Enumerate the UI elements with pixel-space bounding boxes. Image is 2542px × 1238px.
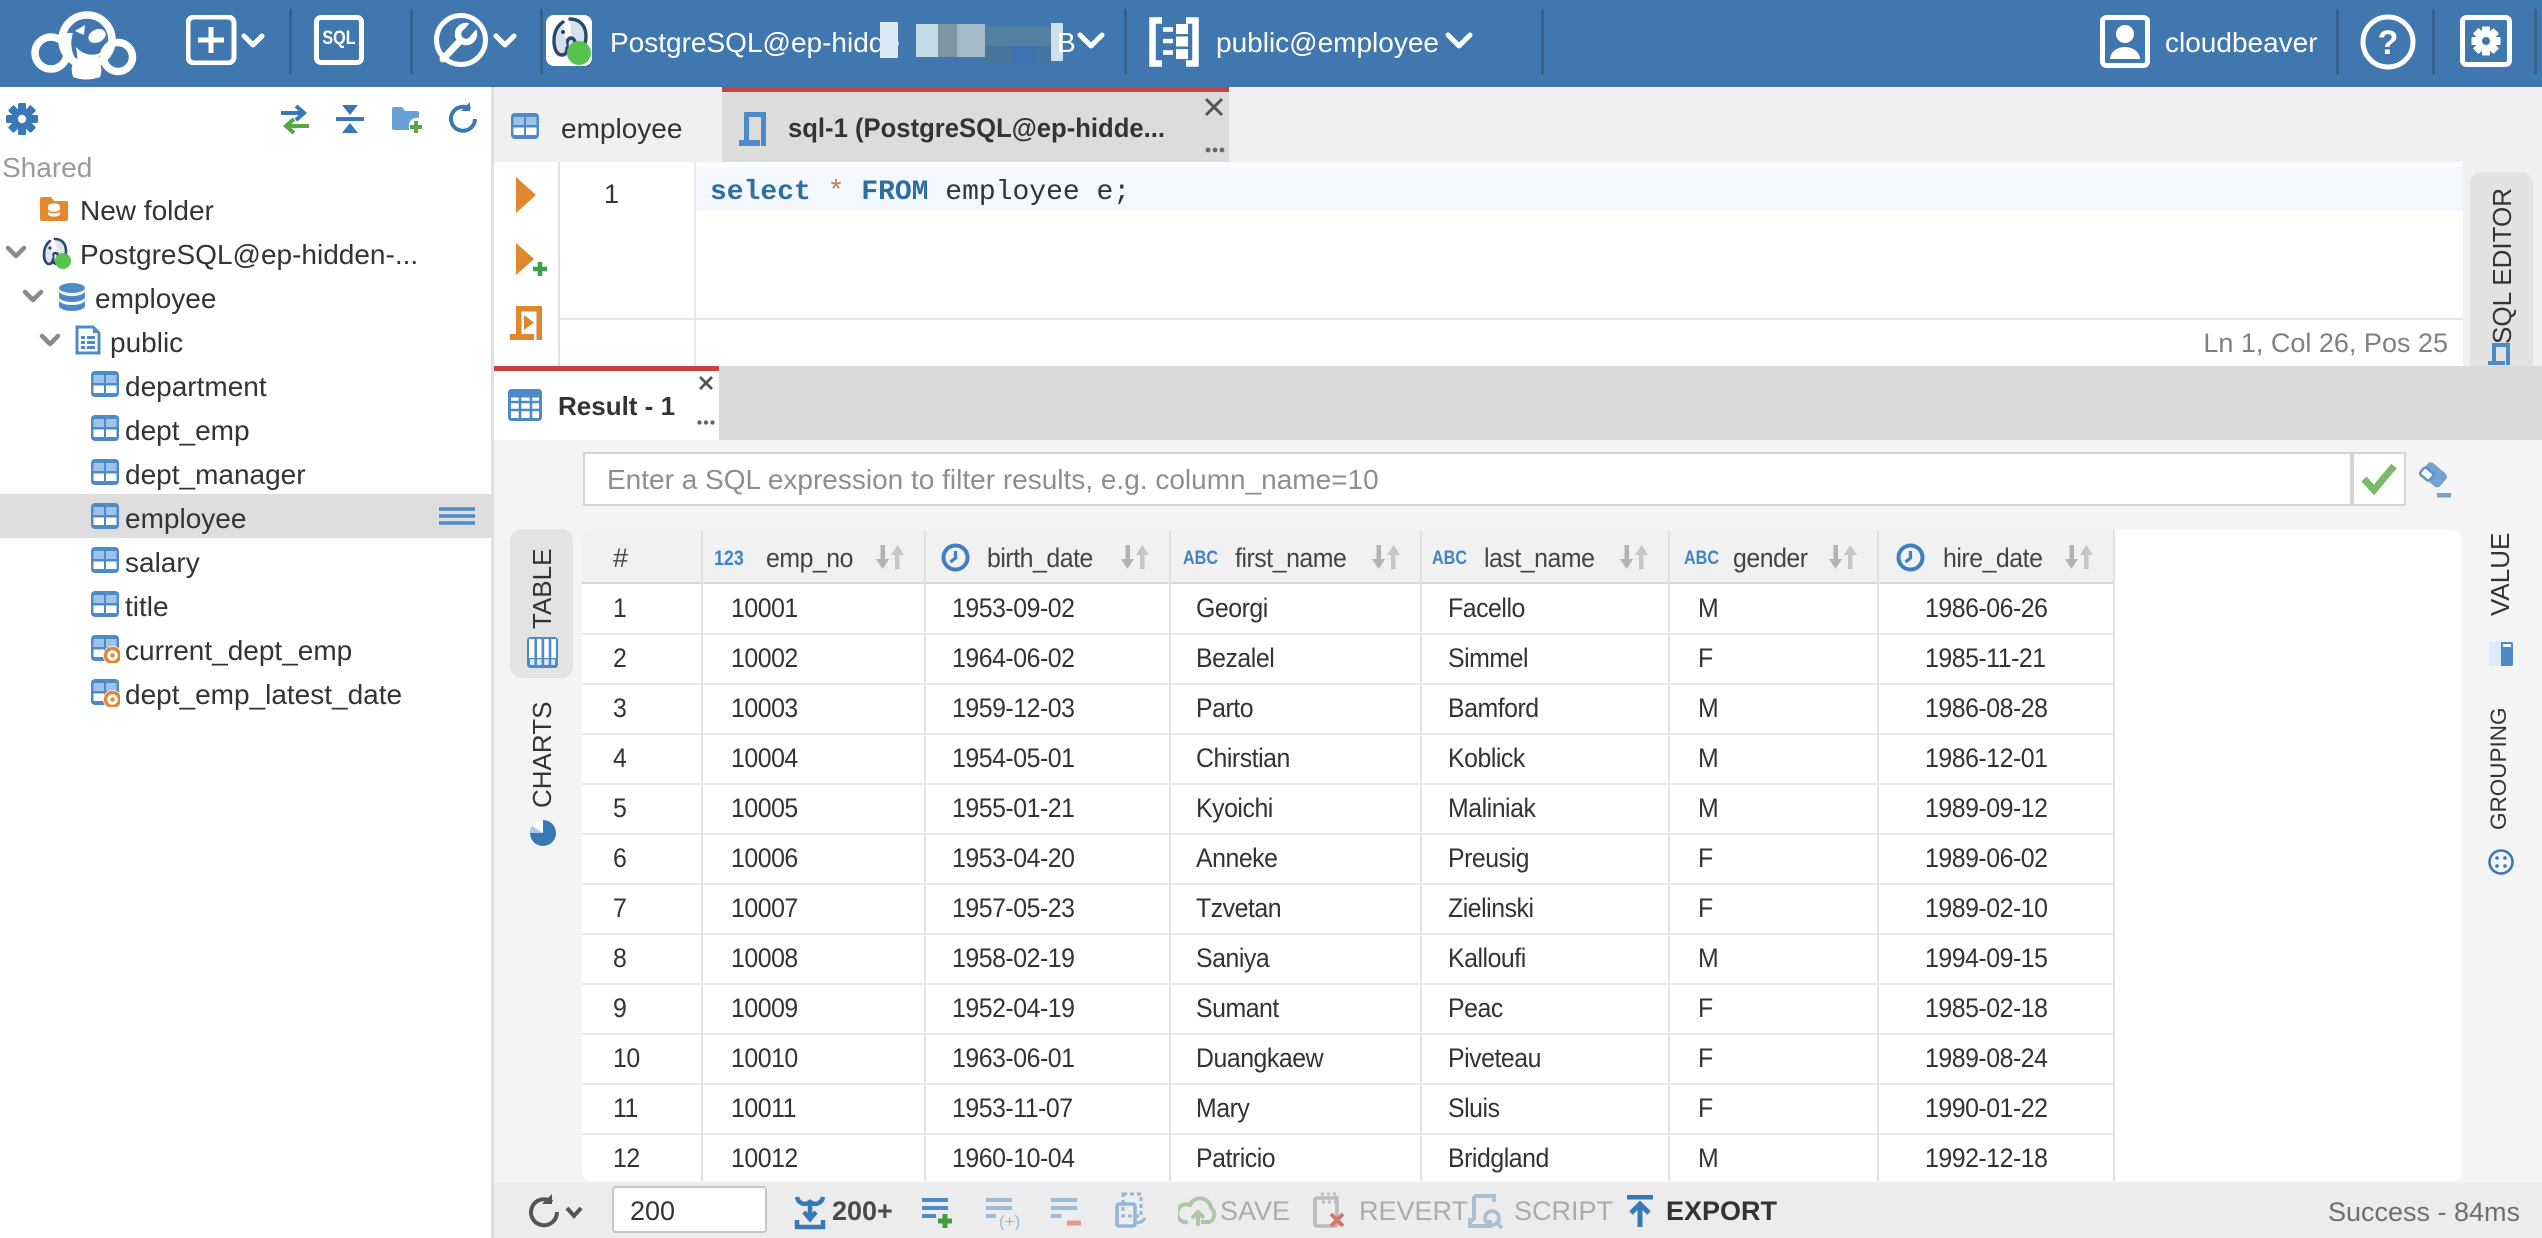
svg-text:?: ? xyxy=(2378,24,2399,62)
svg-text:(+): (+) xyxy=(999,1212,1020,1230)
